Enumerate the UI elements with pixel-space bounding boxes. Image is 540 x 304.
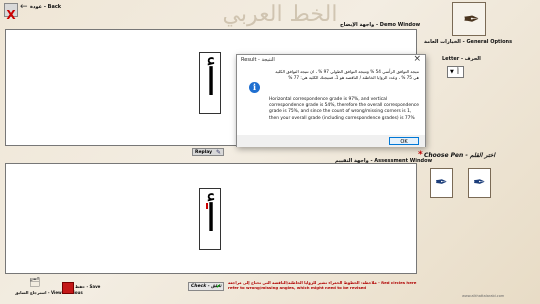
demo-window-label: واجهة الإيضاح - Demo Window	[340, 22, 421, 28]
save-label: حفظ - Save	[75, 284, 101, 289]
assessment-glyph: أ	[205, 196, 217, 240]
back-arrow-icon: ←	[20, 2, 28, 12]
dialog-ok-button[interactable]: OK	[389, 137, 419, 145]
footer-url: www.alkhattalarabi.com	[462, 294, 505, 298]
back-button[interactable]: ← عودة - Back	[20, 2, 62, 13]
pen-option-2[interactable]: ✒	[468, 168, 491, 198]
demo-glyph: أ	[205, 60, 217, 104]
back-label: عودة - Back	[30, 4, 62, 10]
red-marker	[206, 203, 208, 209]
info-icon: i	[249, 82, 260, 93]
general-options-button[interactable]: ✒	[452, 2, 486, 36]
quill-ink-icon: ✒	[463, 7, 480, 31]
general-options-label: الخيارات العامة - General Options	[424, 39, 513, 45]
previous-icon: 🗂	[29, 278, 41, 288]
pen-holder-icon: ✒	[435, 173, 448, 191]
letter-label: Letter - الحرف	[442, 56, 481, 62]
replay-button[interactable]: Replay ✎	[192, 148, 224, 156]
dialog-close-icon[interactable]: ×	[413, 54, 421, 64]
assessment-glyph-frame: أ	[199, 188, 221, 250]
result-dialog: Result - النتيجة × i نتيجة التوافق الرأس…	[236, 54, 426, 147]
demo-glyph-frame: أ	[199, 52, 221, 114]
assessment-window: أ	[5, 163, 417, 274]
dialog-title: Result - النتيجة	[241, 57, 275, 63]
select-arrow-icon: ▼	[450, 69, 454, 75]
choose-pen-label: Choose Pen - اختر القلم	[424, 152, 496, 159]
check-button[interactable]: Check - تحقق ✔	[188, 282, 224, 291]
view-previous-button[interactable]: 🗂 استرجاع السابق - View Previous	[15, 278, 83, 298]
dialog-arabic-text: نتيجة التوافق الرأسي 54 % ونتيجة التوافق…	[275, 69, 419, 80]
letter-select-value: أ	[457, 68, 459, 76]
close-button[interactable]: X	[4, 3, 18, 21]
letter-select[interactable]: ▼ أ	[447, 66, 464, 78]
info-icon-glyph: i	[252, 82, 257, 92]
dialog-ok-label: OK	[400, 139, 408, 145]
pen-option-1[interactable]: ✒	[430, 168, 453, 198]
hint-text: ملاحظة: الخطوط الحمراء تشير للزوايا الخا…	[228, 280, 417, 290]
dialog-english-text: Horizontal correspondence grade is 97%, …	[269, 97, 419, 121]
close-icon: X	[6, 8, 16, 22]
save-button[interactable]: حفظ - Save	[62, 280, 100, 298]
banner-title: الخط العربي	[222, 2, 338, 27]
floppy-disk-icon	[62, 282, 74, 294]
replay-label: Replay	[195, 150, 213, 155]
checkmark-icon: ✔	[215, 283, 221, 290]
dialog-titlebar: Result - النتيجة ×	[237, 54, 425, 65]
pen-icon: ✎	[215, 149, 221, 156]
pen-holder-icon: ✒	[473, 173, 486, 191]
